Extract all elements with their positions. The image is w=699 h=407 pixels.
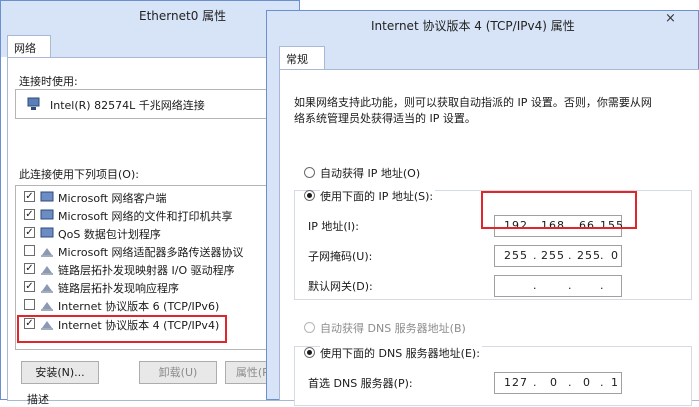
adapter-name: Intel(R) 82574L 千兆网络连接 [50,99,205,112]
title-bar[interactable]: Ethernet0 属性 [1,1,299,29]
subnet-input[interactable]: 255 . 255 . 255 . 0 [494,245,622,267]
dns-auto-label: 自动获得 DNS 服务器地址(B) [320,322,466,335]
client-icon [40,227,54,238]
ethernet-properties-window: Ethernet0 属性 网络 连接时使用: Intel(R) 82574L 千… [0,0,300,406]
dns-manual-label: 使用下面的 DNS 服务器地址(E): [320,345,482,361]
window-title: Internet 协议版本 4 (TCP/IPv4) 属性 [371,19,575,33]
info-text-line2: 络系统管理员处获得适当的 IP 设置。 [294,112,476,125]
ip-address-label: IP 地址(I): [308,220,359,233]
protocol-icon [41,302,53,311]
ip-manual-radio[interactable] [304,190,315,201]
checkbox[interactable] [24,245,35,256]
subnet-label: 子网掩码(U): [308,250,373,263]
checkbox[interactable]: ✓ [24,281,35,292]
tab-strip: 网络 [1,29,299,58]
connect-using-label: 连接时使用: [19,75,78,88]
window-title: Ethernet0 属性 [139,9,227,23]
dns-preferred-label: 首选 DNS 服务器(P): [308,377,413,390]
checkbox[interactable]: ✓ [24,227,35,238]
protocol-icon [41,248,53,257]
gateway-label: 默认网关(D): [308,280,373,293]
checkbox[interactable]: ✓ [24,263,35,274]
dns-manual-radio[interactable] [304,347,315,358]
ip-manual-label: 使用下面的 IP 地址(S): [320,188,436,204]
client-icon [40,191,54,202]
protocol-icon [41,284,53,293]
tab-network[interactable]: 网络 [7,35,51,58]
client-icon [40,209,54,220]
close-icon[interactable]: × [665,11,676,26]
ip-auto-label: 自动获得 IP 地址(O) [320,167,421,180]
ipv4-properties-window: Internet 协议版本 4 (TCP/IPv4) 属性 × 常规 如果网络支… [266,10,699,406]
network-adapter-icon [27,97,40,110]
dns-preferred-input[interactable]: 127 . 0 . 0 . 1 [494,372,622,394]
adapter-box: Intel(R) 82574L 千兆网络连接 [15,89,277,119]
general-panel: 如果网络支持此功能，则可以获取自动指派的 IP 设置。否则，你需要从网 络系统管… [279,69,699,406]
info-text-line1: 如果网络支持此功能，则可以获取自动指派的 IP 设置。否则，你需要从网 [294,96,652,109]
checkbox[interactable]: ✓ [24,191,35,202]
gateway-input[interactable]: . . . [494,275,622,297]
description-label: 描述 [27,393,49,406]
protocol-icon [41,266,53,275]
items-label: 此连接使用下列项目(O): [19,168,139,181]
highlight-ipv4-item [17,315,227,343]
highlight-ip-address [481,191,637,229]
ip-auto-radio[interactable] [304,167,315,178]
uninstall-button[interactable]: 卸载(U) [139,361,217,384]
checkbox[interactable] [24,299,35,310]
tab-general[interactable]: 常规 [279,46,325,70]
checkbox[interactable]: ✓ [24,209,35,220]
install-button[interactable]: 安装(N)... [21,361,99,384]
dns-auto-radio[interactable] [304,322,315,333]
